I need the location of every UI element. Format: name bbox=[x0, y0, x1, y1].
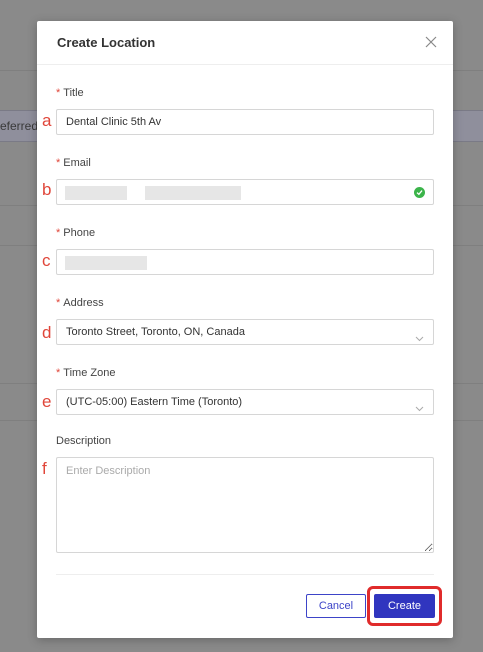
check-circle-icon bbox=[414, 187, 425, 198]
email-label: * Email bbox=[56, 157, 91, 169]
description-textarea[interactable] bbox=[56, 457, 434, 553]
marker-b: b bbox=[42, 180, 52, 199]
redacted-text bbox=[145, 186, 241, 200]
marker-e: e bbox=[42, 392, 52, 411]
cancel-button[interactable]: Cancel bbox=[306, 594, 366, 618]
address-label: * Address bbox=[56, 297, 104, 309]
create-location-dialog: Create Location * Title Dental Clinic 5th… bbox=[37, 21, 453, 638]
timezone-select[interactable]: (UTC-05:00) Eastern Time (Toronto) bbox=[56, 389, 434, 415]
bg-field-text: eferred bbox=[0, 119, 39, 133]
title-input[interactable]: Dental Clinic 5th Av bbox=[56, 109, 434, 135]
dialog-header: Create Location bbox=[37, 21, 453, 65]
timezone-label: * Time Zone bbox=[56, 367, 116, 379]
dialog-title: Create Location bbox=[57, 35, 156, 50]
footer-divider bbox=[56, 574, 434, 575]
title-label: * Title bbox=[56, 87, 84, 99]
redacted-text bbox=[65, 256, 147, 270]
redacted-text bbox=[65, 186, 127, 200]
chevron-down-icon bbox=[415, 328, 424, 342]
description-label: Description bbox=[56, 435, 112, 447]
create-button-highlight: Create bbox=[367, 586, 442, 626]
close-icon[interactable] bbox=[423, 34, 439, 50]
marker-a: a bbox=[42, 111, 52, 130]
email-input[interactable] bbox=[56, 179, 434, 205]
marker-c: c bbox=[42, 251, 51, 270]
marker-d: d bbox=[42, 323, 52, 342]
phone-label: * Phone bbox=[56, 227, 96, 239]
marker-f: f bbox=[42, 459, 47, 478]
create-button[interactable]: Create bbox=[374, 594, 435, 618]
address-select[interactable]: Toronto Street, Toronto, ON, Canada bbox=[56, 319, 434, 345]
phone-input[interactable] bbox=[56, 249, 434, 275]
chevron-down-icon bbox=[415, 398, 424, 412]
